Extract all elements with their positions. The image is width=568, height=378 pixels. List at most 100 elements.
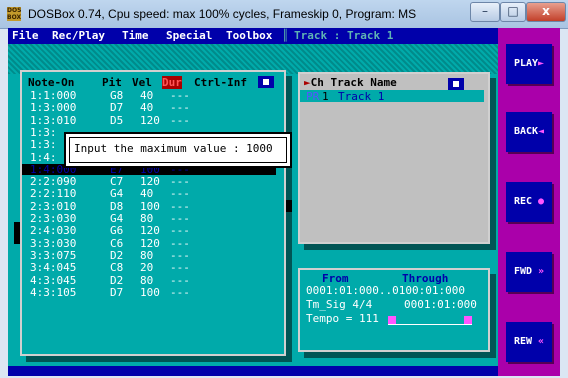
event-dur: --- [170,261,190,275]
play-icon: ► [538,58,545,69]
tempo-slider-end[interactable] [464,316,472,324]
event-vel: 20 [140,261,154,275]
record-icon: ● [538,196,545,207]
event-time: 3:4:045 [30,261,77,275]
close-button[interactable]: x [526,2,566,22]
maximize-button[interactable]: □ [500,2,526,22]
track-row-1[interactable]: PR 1 Track 1 [300,90,484,103]
event-pit: D2 [110,273,124,287]
rew-button[interactable]: REW « [506,322,552,362]
event-time: 3:3:030 [30,236,77,250]
event-pit: C8 [110,261,124,275]
track-header-label: Ch Track Name [310,76,397,89]
dosbox-icon: DOS BOX [7,7,22,21]
event-vel: 80 [140,248,154,262]
col-velocity: Vel [132,76,152,89]
event-pit: G6 [110,224,124,238]
event-time: 1:3:000 [30,101,77,115]
menu-rec-play[interactable]: Rec/Play [52,28,105,44]
event-dur: --- [170,101,190,115]
event-pit: D8 [110,199,124,213]
status-bar [8,366,498,376]
event-dur: --- [170,236,190,250]
event-vel: 100 [140,199,160,213]
event-vel: 40 [140,89,154,102]
event-dur: --- [170,224,190,238]
col-pitch: Pit [102,76,122,89]
event-pit: G8 [110,89,124,102]
menu-toolbox[interactable]: Toolbox [226,28,272,44]
event-pit: D2 [110,248,124,262]
track-header: ►Ch Track Name [304,76,397,89]
event-pit: D7 [110,101,124,115]
event-dur: --- [170,212,190,225]
event-dur: --- [170,199,190,213]
track-name: Track 1 [338,90,385,103]
arrow-icon: ► [304,76,311,89]
event-time: 1:3:010 [30,113,77,127]
time-signature[interactable]: Tm_Sig 4/4 [306,298,372,311]
event-time: 4:3:045 [30,273,77,287]
fwd-button[interactable]: FWD » [506,252,552,292]
play-button[interactable]: PLAY► [506,44,552,84]
event-dur: --- [170,187,190,201]
event-vel: 40 [140,187,154,201]
event-pit: D5 [110,113,124,127]
event-time: 3:3:075 [30,248,77,262]
range-panel: From Through 0001:01:000..0100:01:000 Tm… [298,268,490,352]
event-pit: G4 [110,212,124,225]
event-vel: 80 [140,212,154,225]
track-flag: PR [306,90,320,103]
range-values[interactable]: 0001:01:000..0100:01:000 [306,284,465,297]
col-duration: Dur [162,76,182,89]
event-vel: 120 [140,175,160,189]
event-list-panel: Note-On Pit Vel Dur Ctrl-Inf 1:1:000 G8 40… [14,70,286,356]
event-pit: C7 [110,175,124,189]
menu-separator: ║ [282,29,289,42]
event-pit: C6 [110,236,124,250]
tempo-slider[interactable] [388,316,472,325]
back-button[interactable]: BACK◄ [506,112,552,152]
window-title: DOSBox 0.74, Cpu speed: max 100% cycles,… [28,7,417,21]
left-scroll-marker[interactable] [14,222,20,244]
menu-file[interactable]: File [12,28,39,44]
fast-forward-icon: » [538,266,545,277]
event-vel: 120 [140,113,160,127]
event-dur: --- [170,248,190,262]
event-dur: --- [170,175,190,189]
middle-scroll-marker[interactable] [286,200,292,212]
dialog-prompt[interactable]: Input the maximum value : 1000 [74,142,273,155]
menu-bar: File Rec/Play Time Special Toolbox ║ Tra… [8,28,560,44]
rewind-icon: « [538,336,545,347]
event-vel: 80 [140,273,154,287]
track-panel-box[interactable] [448,78,464,90]
panel-close-box[interactable] [258,76,274,88]
event-dur: --- [170,89,190,102]
back-icon: ◄ [538,126,545,137]
event-vel: 120 [140,224,160,238]
event-dur: --- [170,113,190,127]
event-dur: --- [170,285,190,299]
event-time: 2:3:030 [30,212,77,225]
event-vel: 120 [140,236,160,250]
dosbox-window: DOS BOX DOSBox 0.74, Cpu speed: max 100%… [0,0,568,378]
event-time: 2:3:010 [30,199,77,213]
minimize-button[interactable]: – [470,2,500,22]
event-time: 1:3: [30,125,57,139]
tempo-slider-thumb[interactable] [388,316,396,324]
event-pit: G4 [110,187,124,201]
event-time: 2:2:090 [30,175,77,189]
menu-special[interactable]: Special [166,28,212,44]
title-bar[interactable]: DOS BOX DOSBox 0.74, Cpu speed: max 100%… [0,0,568,29]
tempo-value: Tempo = 111 [306,312,379,325]
event-time: 1:1:000 [30,89,77,102]
transport-panel: PLAY► BACK◄ REC ● FWD » REW « [498,28,560,376]
col-note-on: Note-On [28,76,75,89]
menu-time[interactable]: Time [122,28,149,44]
event-time: 4:3:105 [30,285,77,299]
track-channel: 1 [322,90,329,103]
time-signature-position: 0001:01:000 [404,298,477,311]
event-time: 1:3: [30,138,57,152]
event-dur: --- [170,273,190,287]
rec-button[interactable]: REC ● [506,182,552,222]
